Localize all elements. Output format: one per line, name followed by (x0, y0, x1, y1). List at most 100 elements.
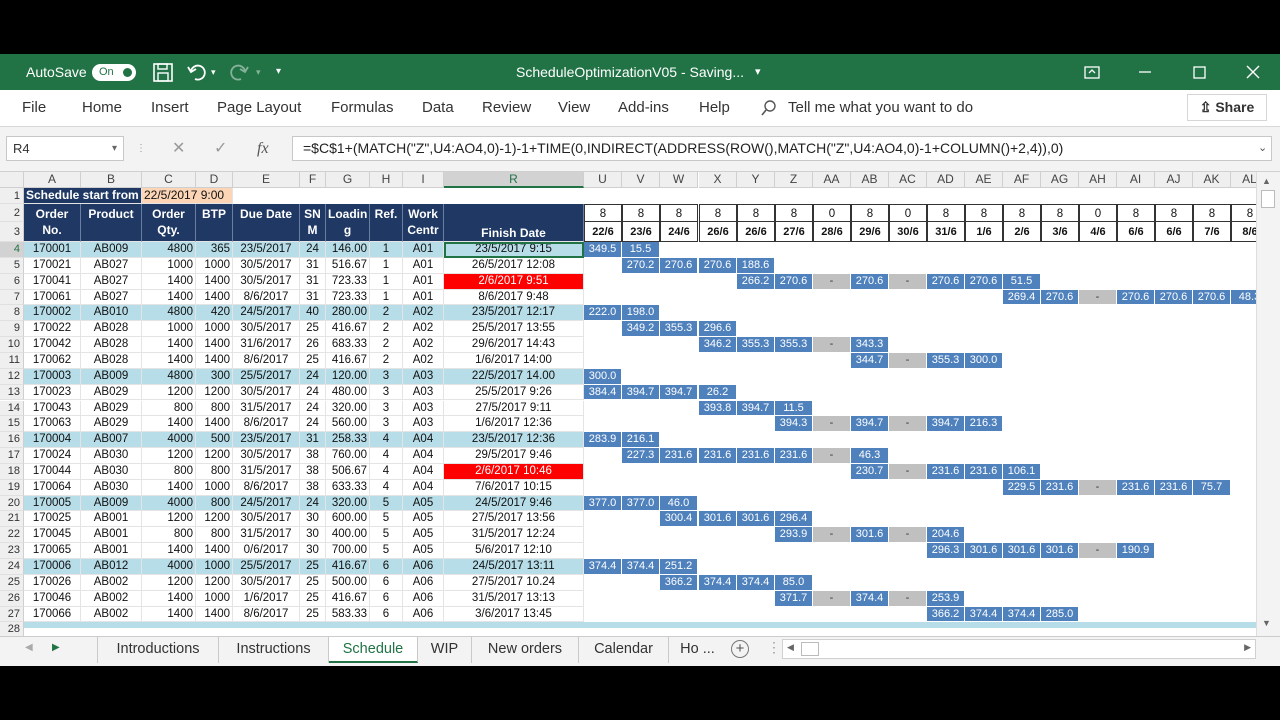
cell-ref[interactable]: 2 (370, 321, 403, 338)
gantt-block[interactable]: 11.5 (775, 400, 813, 417)
cell-qty[interactable]: 1400 (142, 352, 196, 369)
cell-qty[interactable]: 800 (142, 527, 196, 544)
cell-order[interactable]: 170005 (24, 495, 81, 512)
cell-ref[interactable]: 6 (370, 590, 403, 607)
gantt-block[interactable]: 374.4 (1003, 606, 1041, 623)
cell-due[interactable]: 8/6/2017 (233, 289, 300, 306)
column-header-af[interactable]: AF (1003, 172, 1041, 188)
cell-btp[interactable]: 420 (196, 305, 233, 322)
gantt-block[interactable]: 85.0 (775, 574, 813, 591)
cell-due[interactable]: 30/5/2017 (233, 257, 300, 274)
gantt-gap[interactable]: - (889, 416, 927, 433)
gantt-gap[interactable]: - (889, 463, 927, 480)
horizontal-scrollbar[interactable]: ◀ ▶ (782, 639, 1256, 659)
gantt-block[interactable]: 394.7 (622, 384, 660, 401)
gantt-gap[interactable]: - (813, 448, 851, 464)
menu-data[interactable]: Data (422, 90, 454, 126)
cell-load[interactable]: 516.67 (326, 257, 370, 274)
gantt-block[interactable]: 285.0 (1041, 606, 1079, 623)
cell-ref[interactable]: 5 (370, 495, 403, 512)
gantt-gap[interactable]: - (1079, 543, 1117, 559)
cell-wc[interactable]: A06 (403, 559, 444, 575)
column-header-d[interactable]: D (196, 172, 233, 188)
gantt-block[interactable]: 270.6 (660, 257, 698, 274)
cell-qty[interactable]: 1400 (142, 479, 196, 496)
cell-load[interactable]: 500.00 (326, 574, 370, 591)
cell-btp[interactable]: 1200 (196, 448, 233, 464)
gantt-block[interactable]: 374.4 (584, 559, 622, 575)
gantt-block[interactable]: 301.6 (965, 543, 1003, 559)
cell-ref[interactable]: 1 (370, 257, 403, 274)
cell-order[interactable]: 170025 (24, 511, 81, 528)
cell-finish[interactable]: 25/5/2017 9:26 (444, 384, 584, 401)
gantt-block[interactable]: 270.6 (965, 273, 1003, 290)
cell-snm[interactable]: 26 (300, 337, 326, 353)
cell-snm[interactable]: 24 (300, 242, 326, 258)
cell-due[interactable]: 25/5/2017 (233, 559, 300, 575)
cell-load[interactable]: 600.00 (326, 511, 370, 528)
cell-qty[interactable]: 800 (142, 400, 196, 417)
cell-finish[interactable]: 2/6/2017 9:51 (444, 273, 584, 290)
gantt-block[interactable]: 222.0 (584, 305, 622, 322)
row-header[interactable]: 10 (0, 337, 24, 353)
gantt-gap[interactable]: - (813, 273, 851, 290)
cell-ref[interactable]: 6 (370, 559, 403, 575)
gantt-block[interactable]: 349.5 (584, 242, 622, 258)
gantt-gap[interactable]: - (1079, 289, 1117, 306)
scroll-tabs-right-icon[interactable]: ▶ (52, 642, 60, 653)
cell-snm[interactable]: 25 (300, 321, 326, 338)
tab-calendar[interactable]: Calendar (579, 637, 669, 663)
gantt-block[interactable]: 374.4 (965, 606, 1003, 623)
menu-file[interactable]: File (22, 90, 46, 126)
cell-load[interactable]: 560.00 (326, 416, 370, 433)
tab-schedule[interactable]: Schedule (329, 637, 418, 663)
cell-ref[interactable]: 4 (370, 448, 403, 464)
gantt-block[interactable]: 394.3 (775, 416, 813, 433)
row-header[interactable]: 4 (0, 242, 24, 258)
menu-add-ins[interactable]: Add-ins (618, 90, 669, 126)
cell-product[interactable]: AB027 (81, 257, 142, 274)
gantt-block[interactable]: 270.6 (1041, 289, 1079, 306)
column-header-ae[interactable]: AE (965, 172, 1003, 188)
row-header[interactable]: 8 (0, 305, 24, 322)
cell-wc[interactable]: A04 (403, 432, 444, 449)
confirm-entry-icon[interactable]: ✓ (214, 136, 227, 161)
cell-wc[interactable]: A04 (403, 463, 444, 480)
cell-product[interactable]: AB002 (81, 574, 142, 591)
column-header-z[interactable]: Z (775, 172, 813, 188)
cell-qty[interactable]: 1400 (142, 289, 196, 306)
cell-ref[interactable]: 1 (370, 242, 403, 258)
gantt-block[interactable]: 349.2 (622, 321, 660, 338)
cell-wc[interactable]: A01 (403, 242, 444, 258)
gantt-block[interactable]: 377.0 (584, 495, 622, 512)
work-hours-cell[interactable]: 0 (813, 204, 851, 222)
gantt-block[interactable]: 270.6 (851, 273, 889, 290)
gantt-block[interactable]: 301.6 (737, 511, 775, 528)
cell-ref[interactable]: 3 (370, 416, 403, 433)
work-hours-cell[interactable]: 8 (584, 204, 622, 222)
row-header[interactable]: 22 (0, 527, 24, 544)
menu-review[interactable]: Review (482, 90, 531, 126)
cell-finish[interactable]: 27/5/2017 9:11 (444, 400, 584, 417)
gantt-block[interactable]: 231.6 (660, 448, 698, 464)
gantt-block[interactable]: 106.1 (1003, 463, 1041, 480)
cell-load[interactable]: 320.00 (326, 495, 370, 512)
cell-finish[interactable]: 1/6/2017 12:36 (444, 416, 584, 433)
cell-wc[interactable]: A02 (403, 321, 444, 338)
cell-wc[interactable]: A06 (403, 574, 444, 591)
cell-product[interactable]: AB029 (81, 400, 142, 417)
gantt-block[interactable]: 394.7 (660, 384, 698, 401)
cell-snm[interactable]: 25 (300, 559, 326, 575)
column-header-ak[interactable]: AK (1193, 172, 1231, 188)
row-header[interactable]: 26 (0, 590, 24, 607)
cell-qty[interactable]: 1400 (142, 273, 196, 290)
tab-new-orders[interactable]: New orders (472, 637, 579, 663)
column-header-g[interactable]: G (326, 172, 370, 188)
column-header-c[interactable]: C (142, 172, 196, 188)
cell-wc[interactable]: A02 (403, 352, 444, 369)
gantt-block[interactable]: 355.3 (660, 321, 698, 338)
undo-icon[interactable] (186, 54, 208, 90)
cell-snm[interactable]: 40 (300, 305, 326, 322)
row-header[interactable]: 20 (0, 495, 24, 512)
gantt-block[interactable]: 393.8 (699, 400, 737, 417)
